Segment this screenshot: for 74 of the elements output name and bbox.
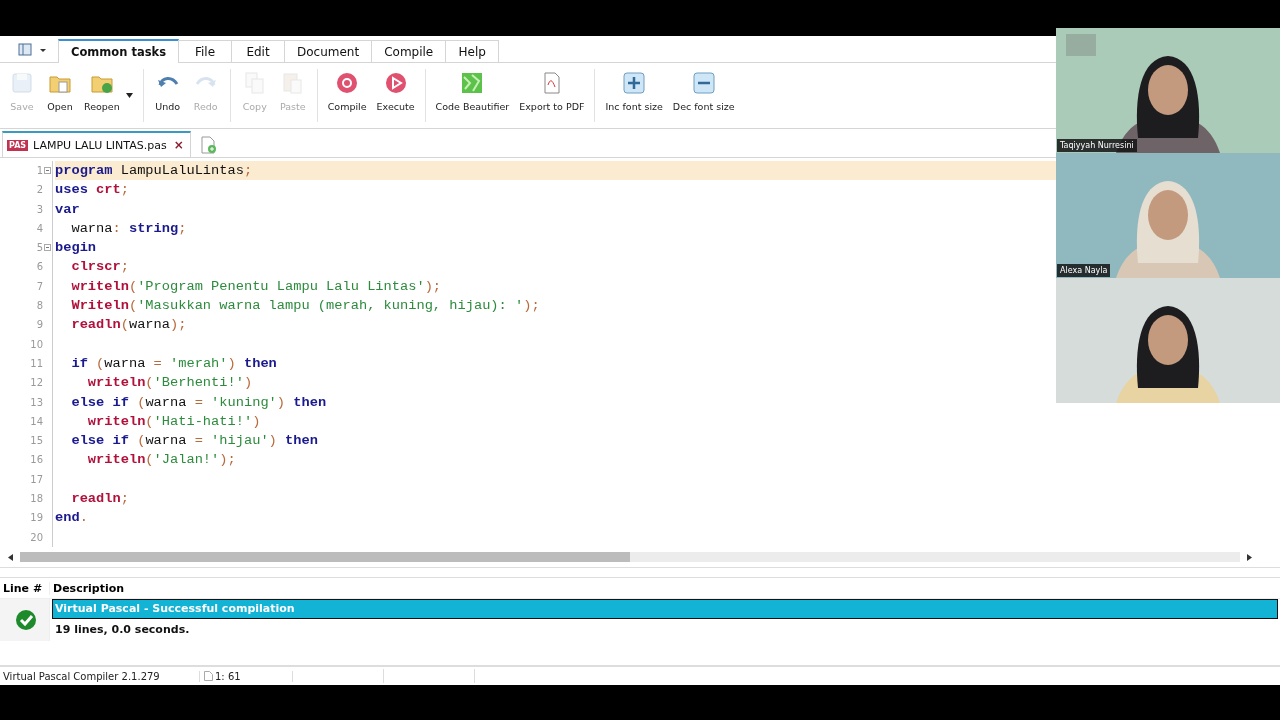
toolbar-button[interactable]: Open	[42, 69, 78, 114]
minus-icon	[691, 71, 716, 95]
code-line: clrscr;	[70, 258, 129, 277]
line-number: 1	[35, 164, 43, 178]
line-number: 9	[35, 318, 43, 333]
participant-name: Alexa Nayla	[1057, 264, 1111, 277]
column-header: Line #	[0, 581, 50, 595]
code-line: begin	[55, 239, 97, 258]
code-line: warna: string;	[70, 219, 187, 238]
code-line: readln(warna);	[70, 316, 187, 335]
success-check-icon	[15, 609, 37, 631]
code-line: uses crt;	[55, 181, 129, 200]
code-line: else if (warna = 'kuning') then	[70, 393, 327, 412]
scroll-right-icon[interactable]	[1246, 553, 1252, 561]
code-line: readln;	[70, 490, 129, 509]
toolbar-button[interactable]: Undo	[149, 69, 186, 114]
status-text: Virtual Pascal Compiler 2.1.279	[0, 670, 200, 682]
code-line: end.	[55, 509, 88, 528]
panel-icon[interactable]	[18, 43, 48, 57]
toolbar-button[interactable]: Dec font size	[668, 69, 739, 114]
pattern-icon	[460, 71, 485, 95]
fold-icon[interactable]	[44, 244, 51, 252]
line-number: 13	[29, 395, 43, 410]
code-line: writeln('Hati-hati!')	[86, 412, 261, 431]
line-number: 15	[29, 434, 43, 449]
close-button[interactable]: ×	[171, 138, 186, 152]
code-line: else if (warna = 'hijau') then	[70, 432, 318, 451]
line-number: 6	[35, 260, 43, 275]
toolbar-button[interactable]: Reopen	[80, 69, 124, 114]
file-type-badge: PAS	[7, 139, 29, 151]
line-number: 14	[29, 414, 43, 429]
toolbar-button[interactable]: Code Beautifier	[431, 69, 514, 114]
line-number: 10	[29, 337, 43, 352]
fold-icon[interactable]	[44, 167, 51, 175]
message-detail: 19 lines, 0.0 seconds.	[55, 623, 190, 636]
code-line: Writeln('Masukkan warna lampu (merah, kuning, hijau): ');	[70, 297, 540, 316]
line-number: 19	[29, 511, 43, 526]
play-icon	[383, 71, 408, 95]
toolbar-button[interactable]: Execute	[372, 69, 419, 114]
ribbon-tab[interactable]: Compile	[371, 40, 447, 62]
code-line: writeln('Jalan!');	[86, 451, 236, 470]
scroll-left-icon[interactable]	[8, 553, 14, 561]
new-file-icon[interactable]	[200, 136, 217, 154]
dropdown-caret-icon[interactable]	[125, 93, 133, 98]
line-number: 11	[29, 356, 43, 371]
toolbar-button[interactable]: Inc font size	[601, 69, 667, 114]
line-number: 20	[29, 530, 43, 545]
ribbon-tab[interactable]: Help	[445, 40, 500, 62]
horizontal-scrollbar[interactable]	[20, 552, 630, 562]
line-number: 16	[29, 453, 43, 468]
document-tab[interactable]: PAS LAMPU LALU LINTAS.pas ×	[2, 131, 191, 157]
code-line: if (warna = 'merah') then	[70, 354, 277, 373]
line-number: 18	[29, 492, 43, 507]
toolbar-button[interactable]: Compile	[323, 69, 371, 114]
line-number: 8	[35, 299, 43, 314]
participant-name: Taqiyyah Nurresini	[1057, 139, 1137, 152]
code-line: writeln('Program Penentu Lampu Lalu Lintas');	[70, 277, 442, 296]
line-number: 12	[29, 376, 43, 391]
code-line: var	[55, 200, 80, 219]
plus-icon	[622, 71, 647, 95]
document-title: LAMPU LALU LINTAS.pas	[33, 138, 167, 152]
line-number: 7	[35, 279, 43, 294]
column-header: Description	[52, 581, 126, 595]
ribbon-tab[interactable]: Common tasks	[58, 39, 179, 63]
code-line: writeln('Berhenti!')	[86, 374, 253, 393]
line-number: 2	[35, 183, 43, 198]
toolbar-button[interactable]: Export to PDF	[515, 69, 589, 114]
line-number: 3	[35, 202, 43, 217]
line-number: 5	[35, 241, 43, 256]
line-number: 4	[35, 221, 43, 236]
line-number: 17	[29, 472, 43, 487]
cursor-position: 1: 61	[215, 670, 241, 682]
code-line: program LampuLaluLintas;	[55, 162, 253, 180]
document-icon	[204, 671, 213, 681]
